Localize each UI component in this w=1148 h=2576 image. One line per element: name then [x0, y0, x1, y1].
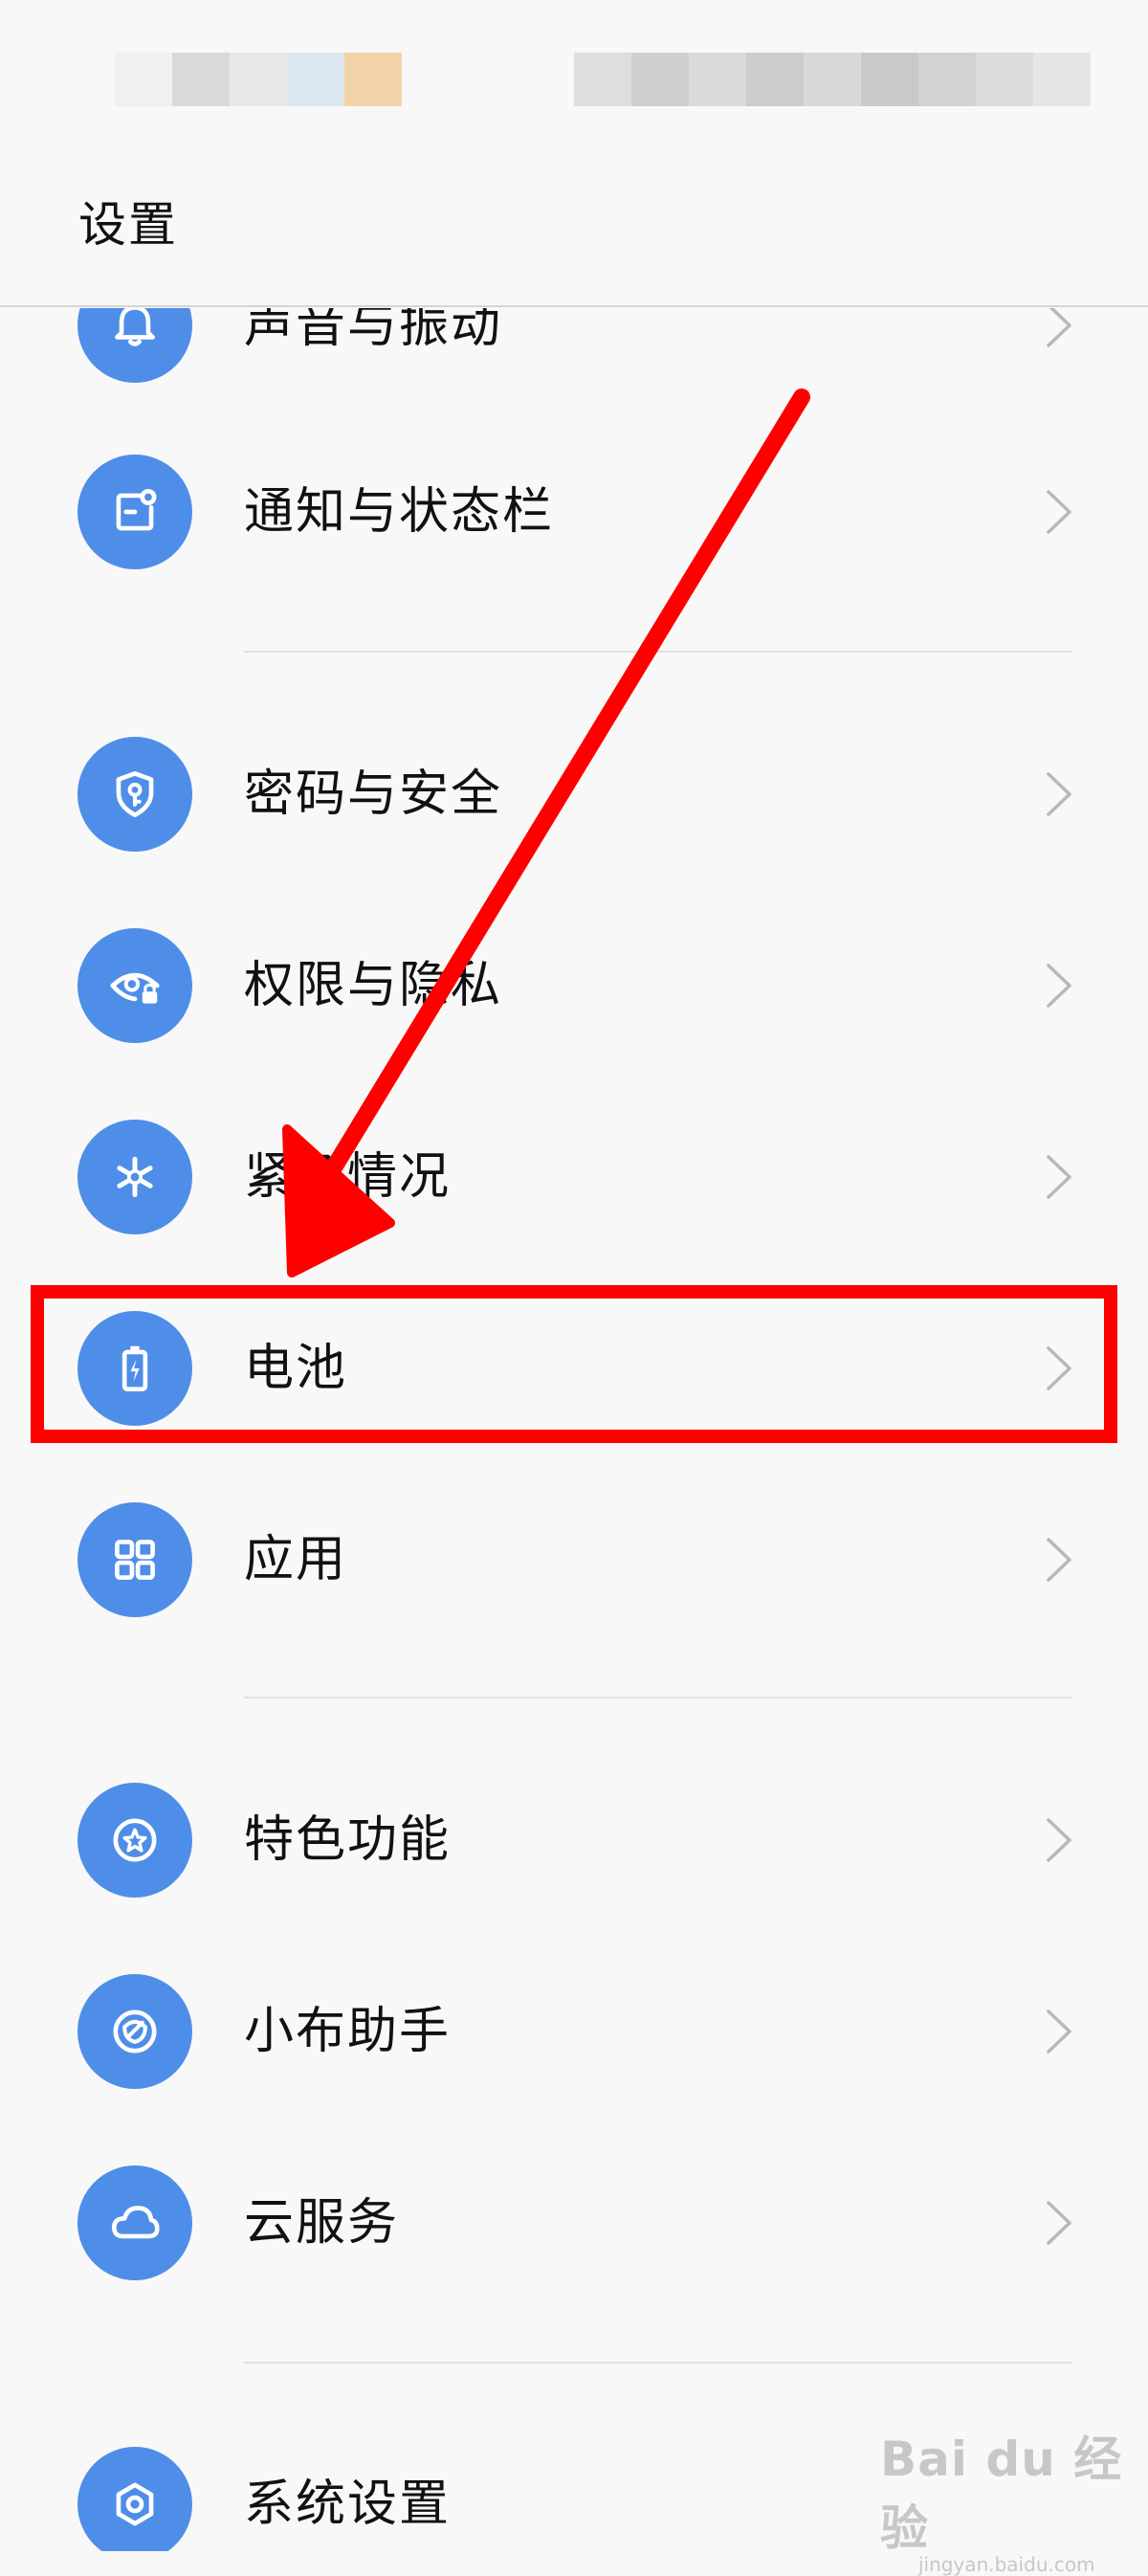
chevron-right-icon	[1047, 308, 1071, 347]
star-icon	[77, 1783, 192, 1898]
grid-icon	[77, 1502, 192, 1617]
group-divider	[244, 2362, 1071, 2364]
settings-item-label: 云服务	[244, 2194, 400, 2252]
chevron-right-icon	[1047, 1818, 1071, 1862]
group-divider	[244, 651, 1071, 653]
settings-item-label: 权限与隐私	[244, 957, 503, 1014]
settings-item-label: 密码与安全	[244, 766, 503, 823]
settings-item-sound[interactable]: 声音与振动	[0, 308, 1148, 407]
chevron-right-icon	[1047, 2010, 1071, 2054]
annotation-highlight-box	[31, 1285, 1117, 1443]
eye-lock-icon	[77, 928, 192, 1043]
settings-item-emergency[interactable]: 紧急情况	[0, 1096, 1148, 1258]
settings-item-label: 紧急情况	[244, 1148, 452, 1206]
header-divider	[0, 305, 1148, 307]
chevron-right-icon	[1047, 772, 1071, 816]
chevron-right-icon	[1047, 964, 1071, 1008]
settings-item-label: 系统设置	[244, 2476, 452, 2533]
chevron-right-icon	[1047, 1155, 1071, 1199]
chevron-right-icon	[1047, 2201, 1071, 2245]
notification-icon	[77, 455, 192, 569]
settings-item-label: 小布助手	[244, 2003, 452, 2060]
settings-item-label: 通知与状态栏	[244, 483, 555, 541]
settings-item-cloud[interactable]: 云服务	[0, 2142, 1148, 2304]
bell-icon	[77, 308, 192, 383]
watermark-logo: Bai du 经验	[880, 2432, 1123, 2556]
group-divider	[244, 1697, 1071, 1699]
settings-item-apps[interactable]: 应用	[0, 1478, 1148, 1641]
settings-item-assistant[interactable]: 小布助手	[0, 1950, 1148, 2113]
settings-list: 声音与振动 通知与状态栏 密码与安全 权限与隐私 紧急情况 电池 应用 特色功能…	[0, 0, 1148, 2551]
settings-item-password[interactable]: 密码与安全	[0, 713, 1148, 876]
watermark: Bai du 经验 jingyan.baidu.com	[880, 2421, 1148, 2576]
cloud-icon	[77, 2165, 192, 2280]
chevron-right-icon	[1047, 490, 1071, 534]
shield-key-icon	[77, 737, 192, 852]
settings-item-privacy[interactable]: 权限与隐私	[0, 904, 1148, 1067]
watermark-url: jingyan.baidu.com	[918, 2553, 1095, 2576]
settings-item-label: 应用	[244, 1531, 348, 1588]
settings-item-features[interactable]: 特色功能	[0, 1759, 1148, 1921]
gear-icon	[77, 2447, 192, 2551]
settings-item-notification[interactable]: 通知与状态栏	[0, 431, 1148, 593]
chevron-right-icon	[1047, 1538, 1071, 1582]
asterisk-icon	[77, 1120, 192, 1234]
settings-item-label: 特色功能	[244, 1811, 452, 1869]
assistant-icon	[77, 1974, 192, 2089]
